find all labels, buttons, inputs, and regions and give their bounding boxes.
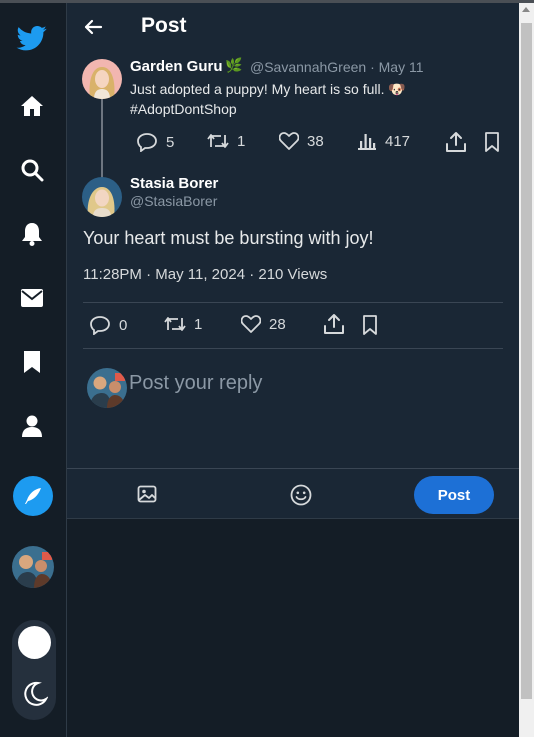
- original-handle-date[interactable]: @SavannahGreen · May 11: [250, 59, 424, 75]
- compose-post-button[interactable]: [13, 476, 53, 516]
- reply-bookmark-action[interactable]: [362, 315, 378, 335]
- composer-avatar: [87, 368, 127, 408]
- heart-icon: [241, 315, 261, 333]
- heart-icon: [279, 132, 299, 150]
- original-reply-count: 5: [166, 133, 175, 151]
- scrollbar[interactable]: [519, 3, 534, 737]
- repost-icon: [207, 134, 229, 148]
- reply-repost-action[interactable]: 1: [164, 315, 202, 333]
- back-arrow-icon[interactable]: [83, 17, 103, 37]
- repost-icon: [164, 317, 186, 331]
- profile-icon[interactable]: [14, 408, 50, 444]
- reply-repost-count: 1: [194, 315, 203, 333]
- reply-author-avatar[interactable]: [82, 177, 122, 217]
- original-reply-action[interactable]: 5: [137, 132, 174, 152]
- original-share-action[interactable]: [445, 131, 467, 153]
- share-icon: [324, 314, 344, 334]
- moon-icon: [24, 681, 48, 706]
- scrollbar-thumb[interactable]: [521, 23, 532, 699]
- reply-reply-count: 0: [119, 316, 128, 334]
- reply-input[interactable]: [129, 368, 499, 398]
- reply-post-text: Your heart must be bursting with joy!: [83, 228, 374, 248]
- original-repost-count: 1: [237, 132, 246, 150]
- original-post-line1: Just adopted a puppy! My heart is so ful…: [130, 81, 406, 97]
- main-column: Post Garden Guru 🌿 @SavannahGreen · May …: [67, 3, 519, 737]
- header: Post: [67, 3, 519, 49]
- reply-like-count: 28: [269, 315, 286, 333]
- original-like-action[interactable]: 38: [279, 132, 324, 150]
- reply-share-action[interactable]: [323, 313, 345, 335]
- theme-toggle[interactable]: [12, 620, 56, 720]
- account-avatar[interactable]: [12, 546, 54, 588]
- composer-toolbar: Post: [67, 468, 519, 519]
- sidebar: [0, 3, 67, 737]
- original-author-name[interactable]: Garden Guru: [130, 58, 223, 75]
- reply-author-name[interactable]: Stasia Borer: [130, 175, 218, 192]
- reply-author-handle[interactable]: @StasiaBorer: [130, 193, 217, 209]
- thread-line: [101, 99, 103, 181]
- reply-like-action[interactable]: 28: [241, 315, 286, 333]
- share-icon: [446, 132, 466, 152]
- post-panel: Post Garden Guru 🌿 @SavannahGreen · May …: [67, 3, 519, 519]
- bell-icon[interactable]: [14, 216, 50, 252]
- post-reply-button[interactable]: Post: [414, 476, 494, 514]
- views-chart-icon: [358, 134, 376, 150]
- original-bookmark-action[interactable]: [484, 132, 500, 152]
- theme-toggle-knob[interactable]: [18, 626, 51, 659]
- emoji-icon[interactable]: [290, 484, 312, 511]
- original-post-text: Just adopted a puppy! My heart is so ful…: [130, 79, 460, 119]
- original-repost-action[interactable]: 1: [207, 132, 245, 150]
- mail-icon[interactable]: [14, 280, 50, 316]
- divider: [83, 302, 503, 303]
- search-icon[interactable]: [14, 152, 50, 188]
- scroll-up-arrow-icon[interactable]: [522, 7, 530, 12]
- twitter-bird-icon[interactable]: [14, 20, 50, 56]
- reply-icon: [90, 316, 110, 335]
- reply-reply-action[interactable]: 0: [90, 315, 127, 335]
- original-views-action[interactable]: 417: [357, 132, 410, 150]
- feather-icon: [25, 488, 41, 504]
- original-author-emoji: 🌿: [225, 57, 243, 73]
- original-view-count: 417: [385, 132, 411, 150]
- original-author-avatar[interactable]: [82, 59, 122, 99]
- bookmark-outline-icon: [485, 132, 499, 152]
- home-icon[interactable]: [14, 88, 50, 124]
- reply-timestamp-views: 11:28PM · May 11, 2024 · 210 Views: [83, 266, 328, 283]
- bookmark-outline-icon: [363, 315, 377, 335]
- divider: [83, 348, 503, 349]
- reply-icon: [137, 133, 157, 152]
- original-like-count: 38: [307, 132, 324, 150]
- original-post-hashtag[interactable]: #AdoptDontShop: [130, 99, 460, 119]
- page-title: Post: [141, 14, 187, 37]
- bookmark-icon[interactable]: [14, 344, 50, 380]
- image-icon[interactable]: [137, 485, 157, 508]
